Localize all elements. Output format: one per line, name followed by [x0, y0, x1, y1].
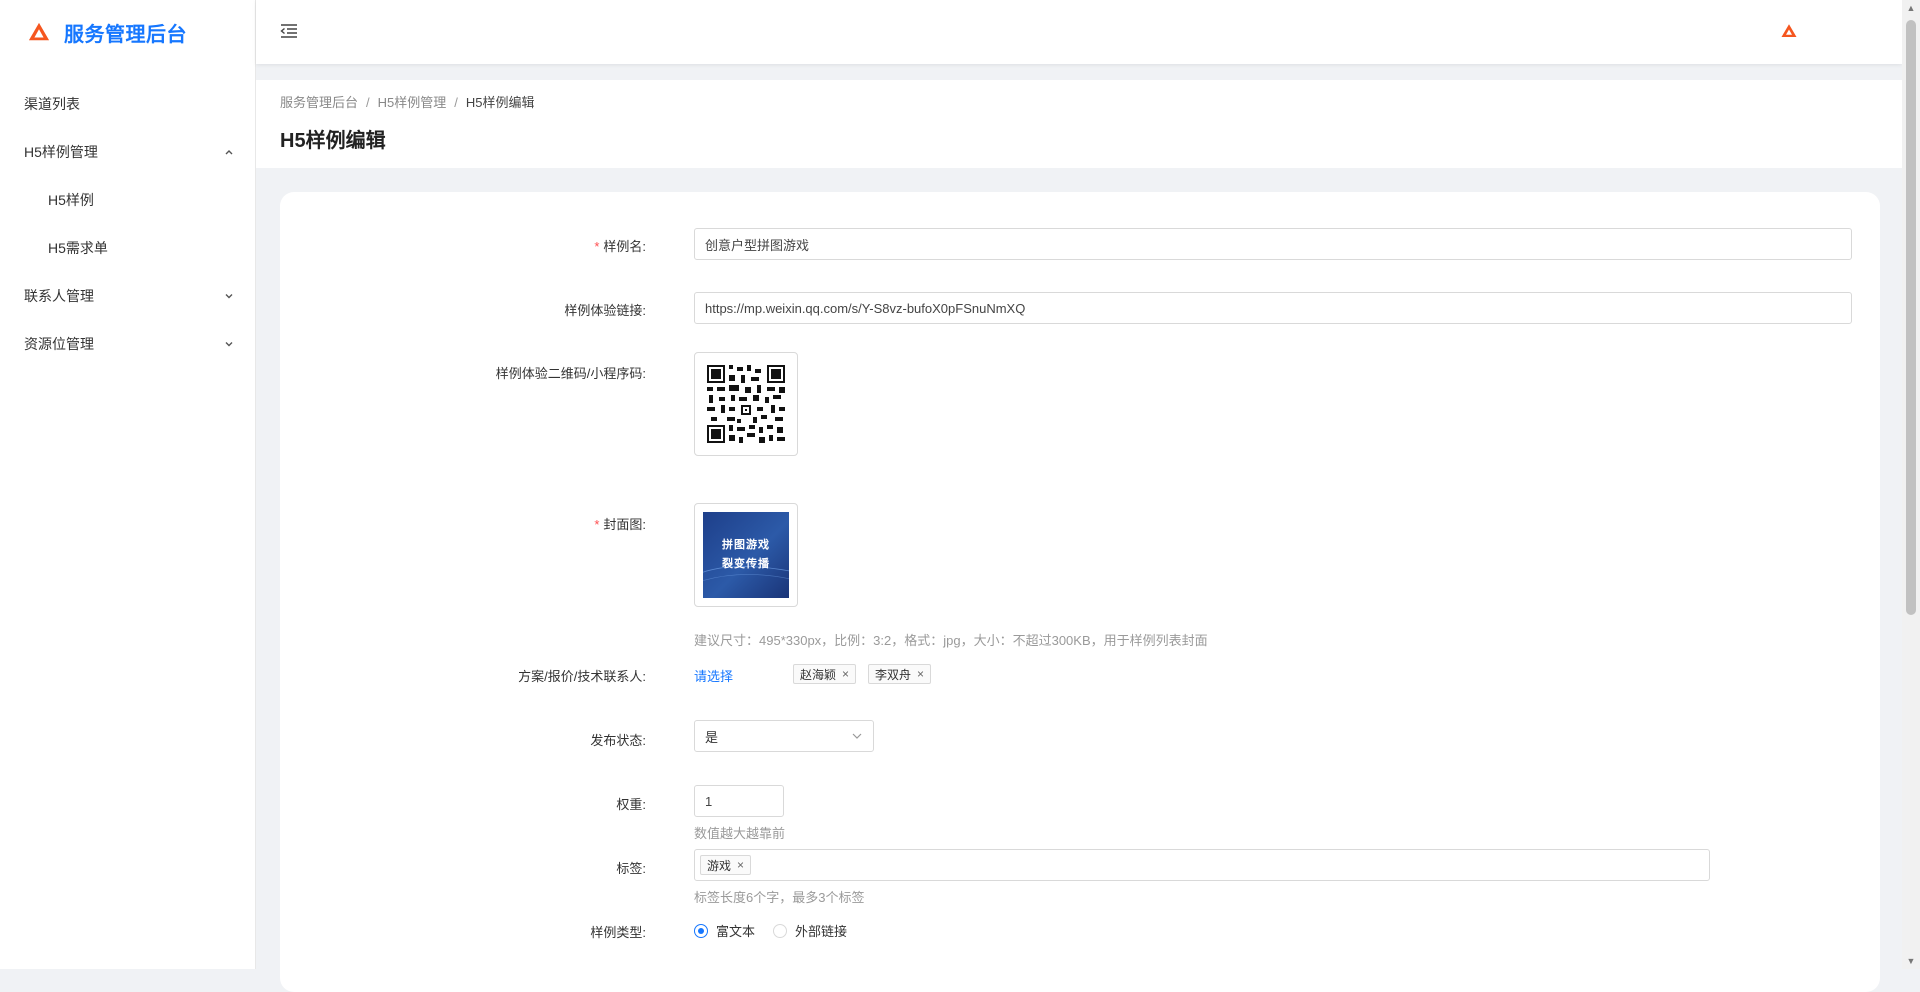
weight-label: 权重:: [616, 797, 646, 812]
sidebar-item-resource-slots[interactable]: 资源位管理: [0, 320, 255, 368]
cover-hint: 建议尺寸：495*330px，比例：3:2，格式：jpg，大小：不超过300KB…: [694, 633, 1208, 648]
sidebar-item-label: 联系人管理: [24, 288, 94, 304]
qrcode-label: 样例体验二维码/小程序码:: [495, 366, 646, 381]
name-input[interactable]: 创意户型拼图游戏: [694, 228, 1852, 260]
cover-label: * 封面图:: [594, 517, 646, 532]
sidebar-item-h5-requirements[interactable]: H5需求单: [0, 224, 255, 272]
cover-upload[interactable]: 拼图游戏 裂变传播: [694, 503, 798, 607]
cover-text-line1: 拼图游戏: [722, 539, 770, 551]
app-title: 服务管理后台: [64, 23, 187, 46]
user-avatar-icon[interactable]: [1780, 22, 1798, 40]
sidebar-item-h5-sample[interactable]: H5样例: [0, 176, 255, 224]
radio-external-link[interactable]: 外部链接: [773, 921, 847, 940]
close-icon[interactable]: ×: [917, 667, 924, 681]
top-header: [256, 0, 1902, 64]
type-label: 样例类型:: [590, 925, 646, 940]
cover-thumbnail: 拼图游戏 裂变传播: [703, 512, 789, 598]
sidebar-item-channels[interactable]: 渠道列表: [0, 80, 255, 128]
link-input[interactable]: https://mp.weixin.qq.com/s/Y-S8vz-bufoX0…: [694, 292, 1852, 324]
tag-chip: 游戏 ×: [700, 855, 752, 875]
sidebar-item-label: H5样例管理: [24, 144, 98, 160]
page-title: H5样例编辑: [280, 130, 386, 152]
sidebar-item-label: 资源位管理: [24, 336, 94, 352]
tags-label: 标签:: [616, 861, 646, 876]
name-label: * 样例名:: [594, 239, 646, 254]
scrollbar[interactable]: ▲ ▼: [1902, 0, 1920, 969]
contacts-label: 方案/报价/技术联系人:: [518, 669, 646, 684]
menu-fold-icon[interactable]: [280, 22, 298, 40]
type-radio-group: 富文本 外部链接: [694, 921, 865, 940]
scroll-down-icon[interactable]: ▼: [1906, 956, 1916, 966]
breadcrumb-item[interactable]: 服务管理后台: [280, 95, 358, 110]
logo[interactable]: 服务管理后台: [0, 0, 255, 64]
breadcrumb: 服务管理后台 / H5样例管理 / H5样例编辑: [280, 95, 535, 110]
publish-select[interactable]: 是: [694, 720, 874, 752]
sidebar-menu: 渠道列表 H5样例管理 H5样例 H5需求单 联系人管理 资源位管理: [0, 80, 255, 368]
sidebar-item-h5-sample-management[interactable]: H5样例管理: [0, 128, 255, 176]
chevron-down-icon: [852, 733, 862, 739]
sidebar-item-contacts[interactable]: 联系人管理: [0, 272, 255, 320]
weight-hint: 数值越大越靠前: [694, 826, 786, 841]
qrcode-upload[interactable]: [694, 352, 798, 456]
publish-label: 发布状态:: [590, 733, 646, 748]
tags-input[interactable]: 游戏 ×: [694, 849, 1710, 881]
scroll-thumb[interactable]: [1906, 20, 1916, 615]
form-card: * 样例名: 创意户型拼图游戏 样例体验链接: https://mp.weixin…: [280, 192, 1880, 992]
chevron-down-icon: [225, 342, 233, 347]
contact-tag: 李双舟 ×: [868, 664, 932, 684]
sidebar-item-label: H5样例: [48, 192, 94, 208]
sidebar-item-label: 渠道列表: [24, 96, 80, 112]
breadcrumb-item[interactable]: H5样例管理: [378, 95, 447, 110]
select-contacts-link[interactable]: 请选择: [694, 666, 733, 685]
breadcrumb-current: H5样例编辑: [465, 95, 535, 110]
sidebar: 服务管理后台 渠道列表 H5样例管理 H5样例 H5需求单 联系人管理 资源位管…: [0, 0, 256, 969]
cover-text-line2: 裂变传播: [722, 558, 770, 570]
scroll-up-icon[interactable]: ▲: [1906, 3, 1916, 13]
close-icon[interactable]: ×: [842, 667, 849, 681]
tags-hint: 标签长度6个字，最多3个标签: [694, 890, 865, 905]
contact-tag: 赵海颖 ×: [793, 664, 857, 684]
qr-code-icon: [705, 363, 787, 445]
weight-input[interactable]: 1: [694, 785, 784, 817]
sidebar-item-label: H5需求单: [48, 240, 108, 256]
chevron-up-icon: [225, 150, 233, 155]
logo-icon: [28, 22, 50, 41]
radio-rich-text[interactable]: 富文本: [694, 921, 755, 940]
close-icon[interactable]: ×: [737, 858, 744, 872]
link-label: 样例体验链接:: [564, 303, 646, 318]
chevron-down-icon: [225, 294, 233, 299]
page-header: 服务管理后台 / H5样例管理 / H5样例编辑 H5样例编辑: [256, 80, 1902, 168]
